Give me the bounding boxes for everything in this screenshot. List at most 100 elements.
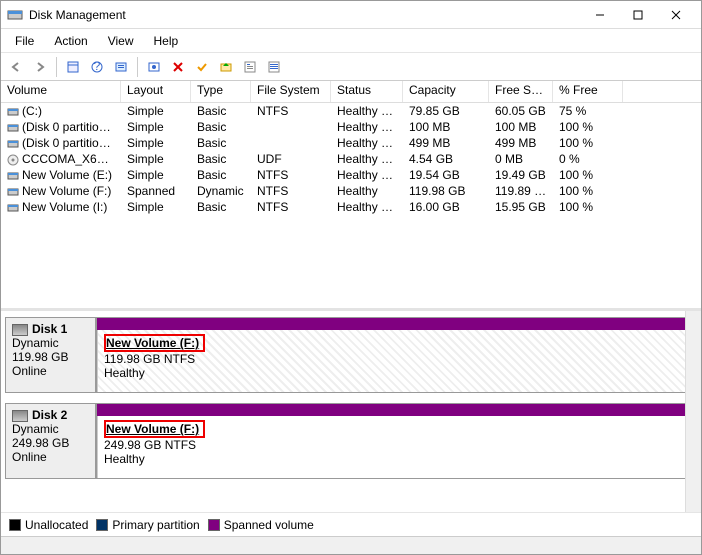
window-title: Disk Management [29,8,581,22]
disk2-size: 249.98 GB [12,436,89,450]
properties-button[interactable] [239,56,261,78]
cell-volume: (Disk 0 partition 1) [22,120,119,134]
disk2-area: New Volume (F:) 249.98 GB NTFS Healthy [97,403,691,479]
volume-row[interactable]: (Disk 0 partition 5)SimpleBasicHealthy (… [1,135,701,151]
legend-spanned: Spanned volume [208,518,314,532]
volume-row[interactable]: (C:)SimpleBasicNTFSHealthy (B...79.85 GB… [1,103,701,119]
cell-status: Healthy (A... [331,198,403,216]
svg-text:?: ? [94,60,101,73]
col-filesystem[interactable]: File System [251,81,331,102]
disk1-name: Disk 1 [32,322,67,336]
list-button[interactable] [263,56,285,78]
app-icon [7,7,23,23]
toolbar: ? [1,53,701,81]
disk2-name: Disk 2 [32,408,67,422]
toolbar-divider [56,57,57,77]
cell-volume: (C:) [22,104,42,118]
vertical-scrollbar[interactable] [685,311,701,512]
menubar: File Action View Help [1,29,701,53]
volume-row[interactable]: New Volume (I:) SimpleBasicNTFSHealthy (A… [1,199,701,215]
menu-file[interactable]: File [5,31,44,51]
cell-volume: (Disk 0 partition 5) [22,136,119,150]
disk-icon [12,410,28,422]
volume-icon [7,202,19,214]
cell-type: Basic [191,198,251,216]
cell-capacity: 16.00 GB [403,198,489,216]
volume-icon [7,106,19,118]
volume-row[interactable]: CCCOMA_X64FRE...SimpleBasicUDFHealthy (P… [1,151,701,167]
menu-action[interactable]: Action [44,31,97,51]
disk1-volume[interactable]: New Volume (F:) 119.98 GB NTFS Healthy [97,330,690,392]
col-free[interactable]: Free Spa... [489,81,553,102]
disk2-state: Online [12,450,89,464]
disk1-vol-detail: 119.98 GB NTFS [104,352,684,366]
volume-icon [7,122,19,134]
disk1-size: 119.98 GB [12,350,89,364]
disk-row-2[interactable]: Disk 2 Dynamic 249.98 GB Online New Volu… [5,403,691,479]
show-hide-console-button[interactable] [62,56,84,78]
cell-pfree: 100 % [553,198,623,216]
volume-row[interactable]: New Volume (F:)SpannedDynamicNTFSHealthy… [1,183,701,199]
col-layout[interactable]: Layout [121,81,191,102]
disk1-vol-name: New Volume (F:) [106,336,199,350]
menu-help[interactable]: Help [144,31,189,51]
disk-row-1[interactable]: Disk 1 Dynamic 119.98 GB Online New Volu… [5,317,691,393]
col-capacity[interactable]: Capacity [403,81,489,102]
check-button[interactable] [191,56,213,78]
col-pfree[interactable]: % Free [553,81,623,102]
volume-row[interactable]: (Disk 0 partition 1)SimpleBasicHealthy (… [1,119,701,135]
disk2-vol-detail: 249.98 GB NTFS [104,438,684,452]
disk1-type: Dynamic [12,336,89,350]
disk2-vol-status: Healthy [104,452,684,466]
volume-list-header: Volume Layout Type File System Status Ca… [1,81,701,103]
statusbar [1,536,701,554]
disk2-type: Dynamic [12,422,89,436]
maximize-button[interactable] [619,3,657,27]
highlight-2: New Volume (F:) [104,420,205,438]
close-button[interactable] [657,3,695,27]
menu-view[interactable]: View [98,31,144,51]
refresh-button[interactable] [110,56,132,78]
volume-icon [7,154,19,166]
volume-list-body[interactable]: (C:)SimpleBasicNTFSHealthy (B...79.85 GB… [1,103,701,308]
cell-layout: Simple [121,198,191,216]
highlight-1: New Volume (F:) [104,334,205,352]
cell-free: 15.95 GB [489,198,553,216]
up-button[interactable] [215,56,237,78]
legend-primary: Primary partition [96,518,199,532]
disk1-area: New Volume (F:) 119.98 GB NTFS Healthy [97,317,691,393]
cell-volume: New Volume (F:) [22,184,111,198]
back-button[interactable] [5,56,27,78]
disk2-stripe [97,404,690,416]
swatch-unallocated [9,519,21,531]
delete-button[interactable] [167,56,189,78]
volume-icon [7,170,19,182]
volume-icon [7,186,19,198]
cell-volume: New Volume (I:) [22,200,107,214]
forward-button[interactable] [29,56,51,78]
volume-row[interactable]: New Volume (E:)SimpleBasicNTFSHealthy (P… [1,167,701,183]
col-type[interactable]: Type [191,81,251,102]
col-status[interactable]: Status [331,81,403,102]
disk2-info: Disk 2 Dynamic 249.98 GB Online [5,403,97,479]
content-area: Volume Layout Type File System Status Ca… [1,81,701,512]
settings-button[interactable] [143,56,165,78]
legend-unallocated: Unallocated [9,518,88,532]
help-button[interactable]: ? [86,56,108,78]
cell-filesystem [251,141,331,145]
swatch-primary [96,519,108,531]
cell-filesystem: NTFS [251,198,331,216]
volume-list: Volume Layout Type File System Status Ca… [1,81,701,311]
disk2-volume[interactable]: New Volume (F:) 249.98 GB NTFS Healthy [97,416,690,478]
disk1-vol-status: Healthy [104,366,684,380]
swatch-spanned [208,519,220,531]
titlebar: Disk Management [1,1,701,29]
disk1-state: Online [12,364,89,378]
disk2-vol-name: New Volume (F:) [106,422,199,436]
disk1-stripe [97,318,690,330]
volume-icon [7,138,19,150]
disk-icon [12,324,28,336]
minimize-button[interactable] [581,3,619,27]
disk1-info: Disk 1 Dynamic 119.98 GB Online [5,317,97,393]
col-volume[interactable]: Volume [1,81,121,102]
